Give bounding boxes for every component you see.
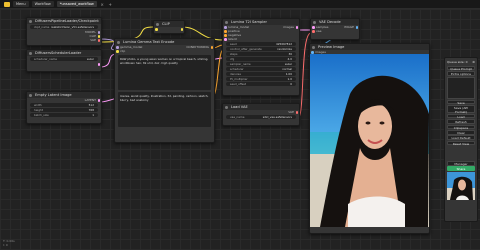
- output-vae-label: VAE: [90, 38, 96, 42]
- extra-options-checkbox[interactable]: Extra options: [447, 71, 475, 76]
- top-bar: Menu Workflow *unsaved_workflow × +: [0, 0, 480, 9]
- input-pin[interactable]: [312, 30, 315, 33]
- thumbnail-image[interactable]: [447, 171, 475, 200]
- refresh-button[interactable]: Refresh: [447, 119, 475, 124]
- negative-prompt-textarea[interactable]: lowres, worst quality, illustration, 3d,…: [118, 92, 211, 127]
- output-pin[interactable]: [295, 111, 298, 114]
- input-pin[interactable]: [116, 50, 119, 53]
- clipspace-button[interactable]: Clipspace: [447, 124, 475, 130]
- output-pin[interactable]: [97, 99, 100, 102]
- queue-history-box: [447, 76, 475, 99]
- node-title: Empty Latent Image: [35, 93, 72, 97]
- control-after-generate-widget[interactable]: control_after_generate randomize: [226, 47, 296, 51]
- preview-image-node[interactable]: Preview Image images: [309, 43, 430, 234]
- save-button[interactable]: Save: [447, 99, 475, 105]
- close-tab-icon[interactable]: ×: [100, 2, 105, 7]
- node-title: Load VAE: [231, 105, 248, 109]
- output-label: VAE: [288, 110, 294, 114]
- scheduler-widget[interactable]: scheduler_name euler: [30, 57, 98, 61]
- input-pin[interactable]: [224, 38, 227, 41]
- vae-name-widget[interactable]: vae_name sdxl_vae.safetensors: [226, 115, 296, 119]
- gear-icon[interactable]: ⚙: [472, 60, 475, 65]
- output-latent-label: LATENT: [84, 98, 96, 102]
- output-pin[interactable]: [97, 63, 100, 66]
- clip-node[interactable]: CLIP: [153, 20, 185, 34]
- clear-button[interactable]: Clear: [447, 129, 475, 135]
- width-widget[interactable]: width 512: [30, 103, 98, 107]
- scheduler-widget[interactable]: scheduler normal: [226, 67, 296, 71]
- input-label: images: [315, 50, 326, 54]
- menu-button[interactable]: Menu: [13, 1, 29, 7]
- prompt-encode-node[interactable]: Lumina Gemma Text Encode gemma_model COND…: [114, 38, 215, 143]
- height-widget[interactable]: height 768: [30, 108, 98, 112]
- ckpt-name-widget[interactable]: ckpt_name realisticVision_v51.safetensors: [30, 25, 98, 29]
- node-title: CLIP: [162, 22, 170, 26]
- node-title: Lumina T2I Sampler: [231, 20, 267, 24]
- stats-readout: T: 0.00s I: 0: [3, 239, 15, 247]
- input-label: clip: [120, 49, 126, 53]
- input-label: latent: [228, 37, 237, 41]
- queue-prompt-button[interactable]: Queue Prompt: [447, 65, 475, 71]
- input-label: vae: [316, 29, 322, 33]
- output-pin[interactable]: [180, 28, 183, 31]
- t5-multiplier-widget[interactable]: t5_multiplier 1.0: [226, 77, 296, 81]
- denoise-widget[interactable]: denoise 1.00: [226, 72, 296, 76]
- input-pin[interactable]: [311, 51, 314, 54]
- batch-size-widget[interactable]: batch_size 1: [30, 113, 98, 117]
- queue-size-label: Queue size: 0: [447, 60, 468, 64]
- share-button[interactable]: Share: [447, 166, 475, 171]
- seed-offset-widget[interactable]: seed_offset 0: [226, 82, 296, 86]
- node-title: VAE Decode: [319, 20, 341, 24]
- scheduler-loader-node[interactable]: DiffusersSchedulerLoader scheduler_name e…: [26, 49, 102, 72]
- add-tab-icon[interactable]: +: [108, 2, 113, 7]
- node-title: DiffusersSchedulerLoader: [35, 51, 82, 55]
- input-pin[interactable]: [155, 28, 158, 31]
- workflow-button[interactable]: Workflow: [31, 1, 54, 7]
- checkpoint-loader-node[interactable]: DiffusersPipelineLoader/Checkpoint ckpt_…: [26, 17, 102, 46]
- app-logo-icon: [4, 1, 10, 7]
- save-api-button[interactable]: Save (API Format): [447, 104, 475, 114]
- vae-decode-node[interactable]: VAE Decode samples IMAGE vae: [310, 18, 360, 40]
- tab-workflow[interactable]: *unsaved_workflow: [56, 1, 97, 7]
- steps-widget[interactable]: steps 30: [226, 52, 296, 56]
- iteration-stat: I: 0: [3, 243, 8, 247]
- positive-prompt-textarea[interactable]: RAW photo, a young asian woman on a trop…: [118, 55, 211, 90]
- sampler-node[interactable]: Lumina T2I Sampler lumina_model images po…: [222, 18, 300, 96]
- load-default-button[interactable]: Load Default: [447, 135, 475, 140]
- node-title: DiffusersPipelineLoader/Checkpoint: [35, 19, 99, 23]
- sampler-name-widget[interactable]: sampler_name euler: [226, 62, 296, 66]
- load-vae-node[interactable]: Load VAE VAE vae_name sdxl_vae.safetensor…: [222, 103, 300, 126]
- seed-widget[interactable]: seed 425067812: [226, 42, 296, 46]
- load-button[interactable]: Load: [447, 113, 475, 119]
- node-title: Lumina Gemma Text Encode: [123, 40, 175, 44]
- empty-latent-image-node[interactable]: Empty Latent Image LATENT width 512 heigh…: [26, 91, 102, 124]
- cfg-widget[interactable]: cfg 4.0: [226, 57, 296, 61]
- side-menu-panel: Queue size: 0 ⚙ Queue Prompt Extra optio…: [444, 57, 478, 222]
- generated-image[interactable]: [310, 54, 429, 227]
- manager-button[interactable]: Manager: [447, 160, 475, 166]
- node-title: Preview Image: [318, 45, 345, 49]
- reset-view-button[interactable]: Reset View: [447, 140, 475, 146]
- output-pin[interactable]: [97, 39, 100, 42]
